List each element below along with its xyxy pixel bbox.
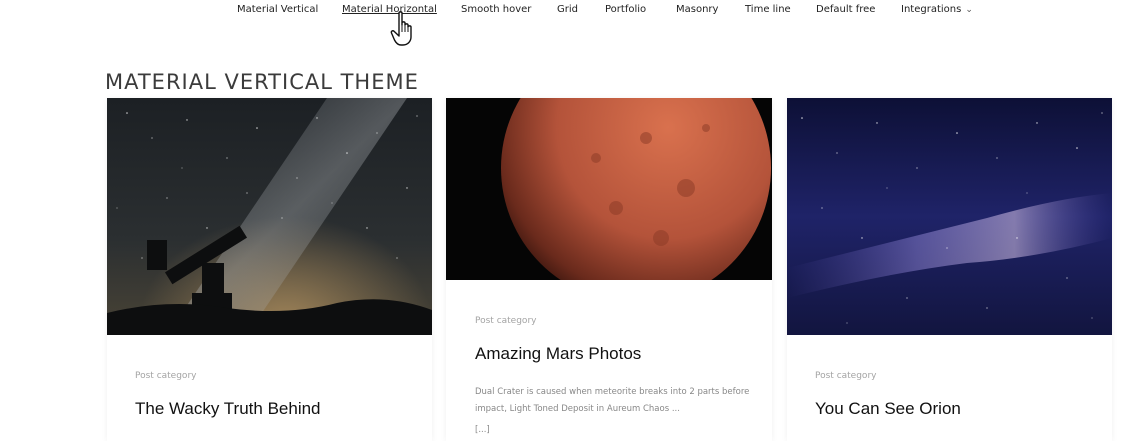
post-category: Post category bbox=[135, 371, 197, 381]
post-card[interactable]: Post category You Can See Orion bbox=[787, 98, 1112, 441]
nav-item-material-vertical[interactable]: Material Vertical bbox=[237, 4, 318, 15]
telescope-milky-way-photo bbox=[107, 98, 432, 335]
nav-item-grid[interactable]: Grid bbox=[557, 4, 578, 15]
read-more-link[interactable]: [...] bbox=[475, 425, 490, 435]
post-title[interactable]: You Can See Orion bbox=[815, 399, 961, 419]
hand-pointer-cursor-icon bbox=[390, 11, 412, 46]
top-nav: Material Vertical Material Horizontal Sm… bbox=[0, 0, 1143, 22]
post-title[interactable]: The Wacky Truth Behind bbox=[135, 399, 321, 419]
nav-item-integrations[interactable]: Integrations ⌄ bbox=[901, 4, 973, 15]
nav-item-smooth-hover[interactable]: Smooth hover bbox=[461, 4, 531, 15]
nav-item-portfolio[interactable]: Portfolio bbox=[605, 4, 646, 15]
post-excerpt: Dual Crater is caused when meteorite bre… bbox=[475, 387, 750, 414]
mars-planet-photo bbox=[446, 98, 772, 280]
nav-item-integrations-label: Integrations bbox=[901, 4, 962, 15]
post-card[interactable]: Post category The Wacky Truth Behind bbox=[107, 98, 432, 441]
orion-starfield-photo bbox=[787, 98, 1112, 335]
nav-item-masonry[interactable]: Masonry bbox=[676, 4, 718, 15]
post-category: Post category bbox=[815, 371, 877, 381]
post-card[interactable]: Post category Amazing Mars Photos Dual C… bbox=[446, 98, 772, 441]
post-category: Post category bbox=[475, 316, 537, 326]
nav-item-default-free[interactable]: Default free bbox=[816, 4, 875, 15]
post-title[interactable]: Amazing Mars Photos bbox=[475, 344, 641, 364]
nav-item-time-line[interactable]: Time line bbox=[745, 4, 791, 15]
chevron-down-icon: ⌄ bbox=[965, 5, 973, 15]
page-title: MATERIAL VERTICAL THEME bbox=[105, 70, 419, 95]
